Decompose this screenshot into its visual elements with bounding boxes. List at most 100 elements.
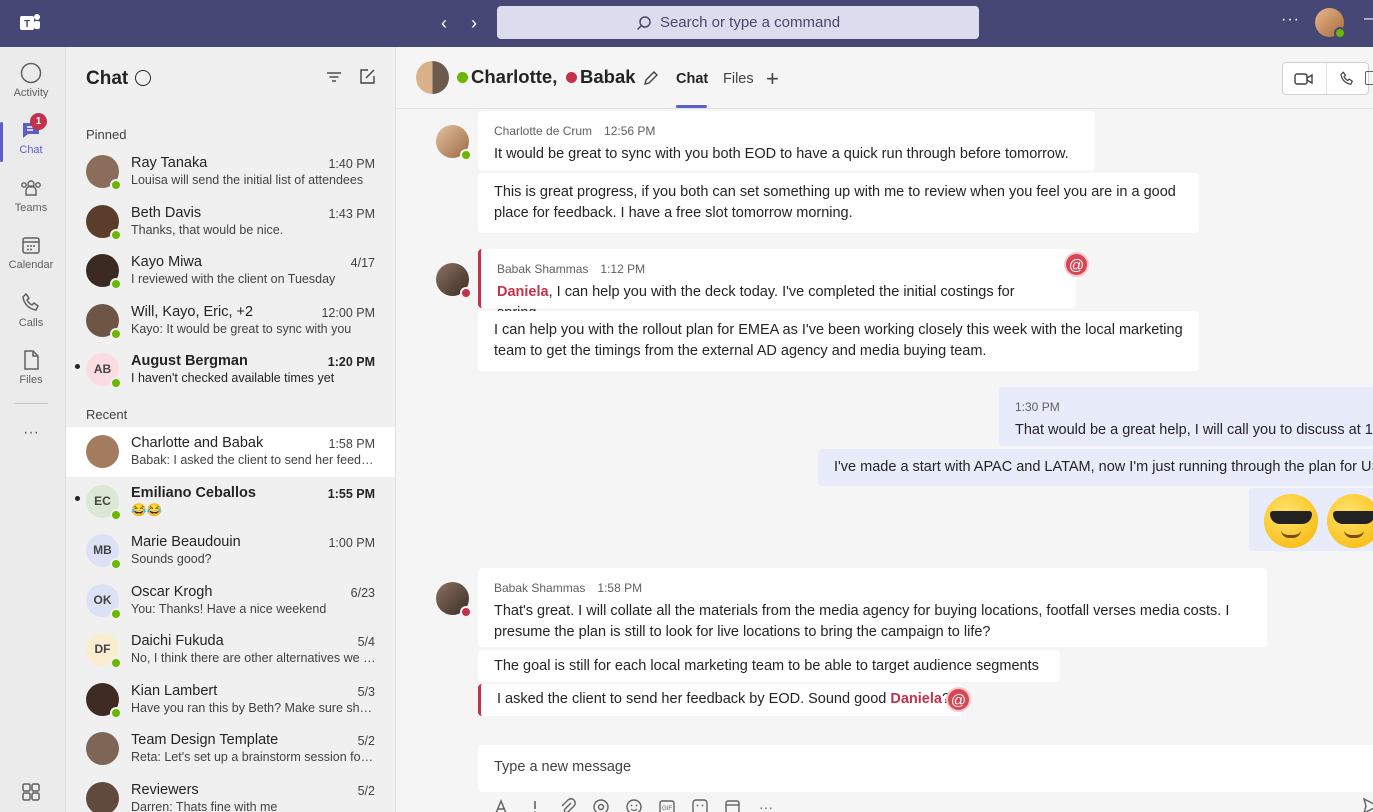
gif-icon[interactable]: GIF [657,797,677,812]
format-icon[interactable] [492,797,512,812]
chat-list-item[interactable]: Ray Tanaka 1:40 PM Louisa will send the in… [66,147,395,197]
call-buttons [1282,62,1369,95]
screen-share-icon[interactable] [1365,71,1373,85]
chat-list-item[interactable]: Team Design Template 5/2 Reta: Let's set u… [66,724,395,774]
chat-list-item[interactable]: Kian Lambert 5/3 Have you ran this by Beth… [66,675,395,725]
participant-name-1[interactable]: Charlotte, [471,66,557,88]
message-bubble[interactable]: Babak Shammas 1:58 PM That's great. I wil… [478,568,1267,647]
presence-available-icon [110,228,122,241]
title-bar: T ‹ › Search or type a command ··· – [0,0,1373,47]
chat-preview: You: Thanks! Have a nice weekend [131,601,327,616]
presence-available-icon [110,377,122,389]
chat-time: 1:00 PM [328,536,375,550]
message-bubble[interactable]: The goal is still for each local marketi… [478,650,1060,682]
conversation-header: Charlotte, Babak Chat Files + [396,47,1373,109]
message-time: 1:58 PM [597,581,643,595]
video-call-button[interactable] [1283,63,1326,94]
compose-box[interactable]: Type a new message [478,745,1373,792]
participant-name-2[interactable]: Babak [580,66,636,88]
presence-available-icon [110,278,122,290]
chat-list-item[interactable]: Will, Kayo, Eric, +2 12:00 PM Kayo: It wou… [66,296,395,346]
chat-preview: Kayo: It would be great to sync with you [131,321,352,336]
chat-list-item[interactable]: DF Daichi Fukuda 5/4 No, I think there are … [66,625,395,675]
add-tab-icon[interactable]: + [766,66,779,92]
chat-list-item[interactable]: AB August Bergman 1:20 PM I haven't checked… [66,345,395,395]
message-bubble[interactable]: Charlotte de Crum 12:56 PM It would be gr… [478,111,1095,170]
avatar [86,435,119,468]
chat-time: 1:58 PM [328,437,375,451]
video-camera-icon [1294,72,1313,85]
chat-list-item[interactable]: Kayo Miwa 4/17 I reviewed with the client … [66,246,395,296]
priority-icon[interactable] [525,797,545,812]
avatar-initials: EC [94,493,111,508]
user-avatar[interactable] [1315,8,1346,39]
rail-activity[interactable]: Activity [0,61,62,113]
mention-daniela[interactable]: Daniela [497,284,549,300]
my-message-bubble[interactable]: I've made a start with APAC and LATAM, n… [818,449,1373,486]
minimize-icon[interactable]: – [1364,10,1373,28]
search-placeholder: Search or type a command [659,14,841,31]
app-rail: Activity 1 Chat Teams Calendar Calls Fil… [0,47,66,812]
presence-available-icon [457,72,468,83]
chat-preview: Thanks, that would be nice. [131,222,284,237]
message-bubble[interactable]: This is great progress, if you both can … [478,173,1199,233]
send-icon[interactable] [1362,797,1373,812]
emoji-message-bubble[interactable] [1249,488,1373,551]
tab-chat[interactable]: Chat [676,71,708,87]
message-input[interactable]: Type a new message [494,759,631,775]
presence-available-icon [110,508,122,521]
svg-text:GIF: GIF [662,806,672,812]
filter-icon[interactable] [325,68,343,86]
chat-name: Daichi Fukuda [131,633,224,649]
more-options-icon[interactable]: ··· [1281,11,1300,29]
group-avatar[interactable] [416,61,449,94]
rail-calendar[interactable]: Calendar [0,233,62,285]
new-chat-icon[interactable] [357,67,377,87]
forward-arrow-icon[interactable]: › [463,12,485,34]
edit-name-icon[interactable] [641,68,661,88]
message-text: It would be great to sync with you both … [494,146,1069,162]
chat-list-item[interactable]: Reviewers 5/2 Darren: Thats fine with me [66,774,395,812]
message-bubble[interactable]: I can help you with the rollout plan for… [478,311,1199,371]
attach-icon[interactable] [558,797,578,812]
avatar-babak[interactable] [436,263,472,299]
rail-more-apps-icon[interactable]: ··· [0,424,62,476]
mention-daniela[interactable]: Daniela [890,691,942,707]
more-options-icon[interactable]: ··· [756,797,776,812]
chat-list-item[interactable]: Beth Davis 1:43 PM Thanks, that would be n… [66,197,395,247]
chat-preview: Louisa will send the initial list of att… [131,173,364,187]
schedule-meeting-icon[interactable] [723,797,743,812]
avatar-babak[interactable] [436,582,472,618]
status-circle-icon[interactable] [135,70,151,86]
presence-available-icon [110,179,122,191]
chat-list-item[interactable]: EC Emiliano Ceballos 1:55 PM 😂😂 [66,477,395,527]
rail-files[interactable]: Files [0,348,62,400]
rail-teams[interactable]: Teams [0,176,62,228]
my-message-bubble[interactable]: 1:30 PM That would be a great help, I wi… [999,387,1373,446]
emoji-icon[interactable] [624,797,644,812]
sticker-icon[interactable] [690,797,710,812]
message-bubble-mention[interactable]: Babak Shammas 1:12 PM Daniela, I can help… [478,249,1076,321]
loop-icon[interactable] [591,797,611,812]
chat-name: Reviewers [131,781,199,798]
message-bubble-mention[interactable]: I asked the client to send her feedback … [478,684,962,716]
chat-list-item[interactable]: Charlotte and Babak 1:58 PM Babak: I asked… [66,427,395,477]
rail-apps[interactable] [0,780,62,812]
tab-files[interactable]: Files [723,71,754,87]
audio-call-button[interactable] [1325,63,1369,94]
chat-list-item[interactable]: MB Marie Beaudouin 1:00 PM Sounds good? [66,526,395,576]
presence-available-icon [110,327,122,340]
chat-preview: Reta: Let's set up a brainstorm session … [131,750,376,764]
avatar [86,732,119,765]
chat-list-item[interactable]: OK Oscar Krogh 6/23 You: Thanks! Have a nic… [66,576,395,626]
rail-calls[interactable]: Calls [0,291,62,343]
search-bar[interactable]: Search or type a command [497,6,979,39]
back-arrow-icon[interactable]: ‹ [433,12,455,34]
message-author: Babak Shammas [494,581,586,595]
rail-label: Chat [19,144,43,156]
chat-list-pane: Chat Pinned Ray Tanaka 1:40 PM Louisa will… [66,47,396,812]
chat-name: Will, Kayo, Eric, +2 [131,303,254,320]
avatar-charlotte[interactable] [436,125,472,161]
chat-name: August Bergman [131,353,248,369]
rail-chat[interactable]: 1 Chat [0,113,62,170]
